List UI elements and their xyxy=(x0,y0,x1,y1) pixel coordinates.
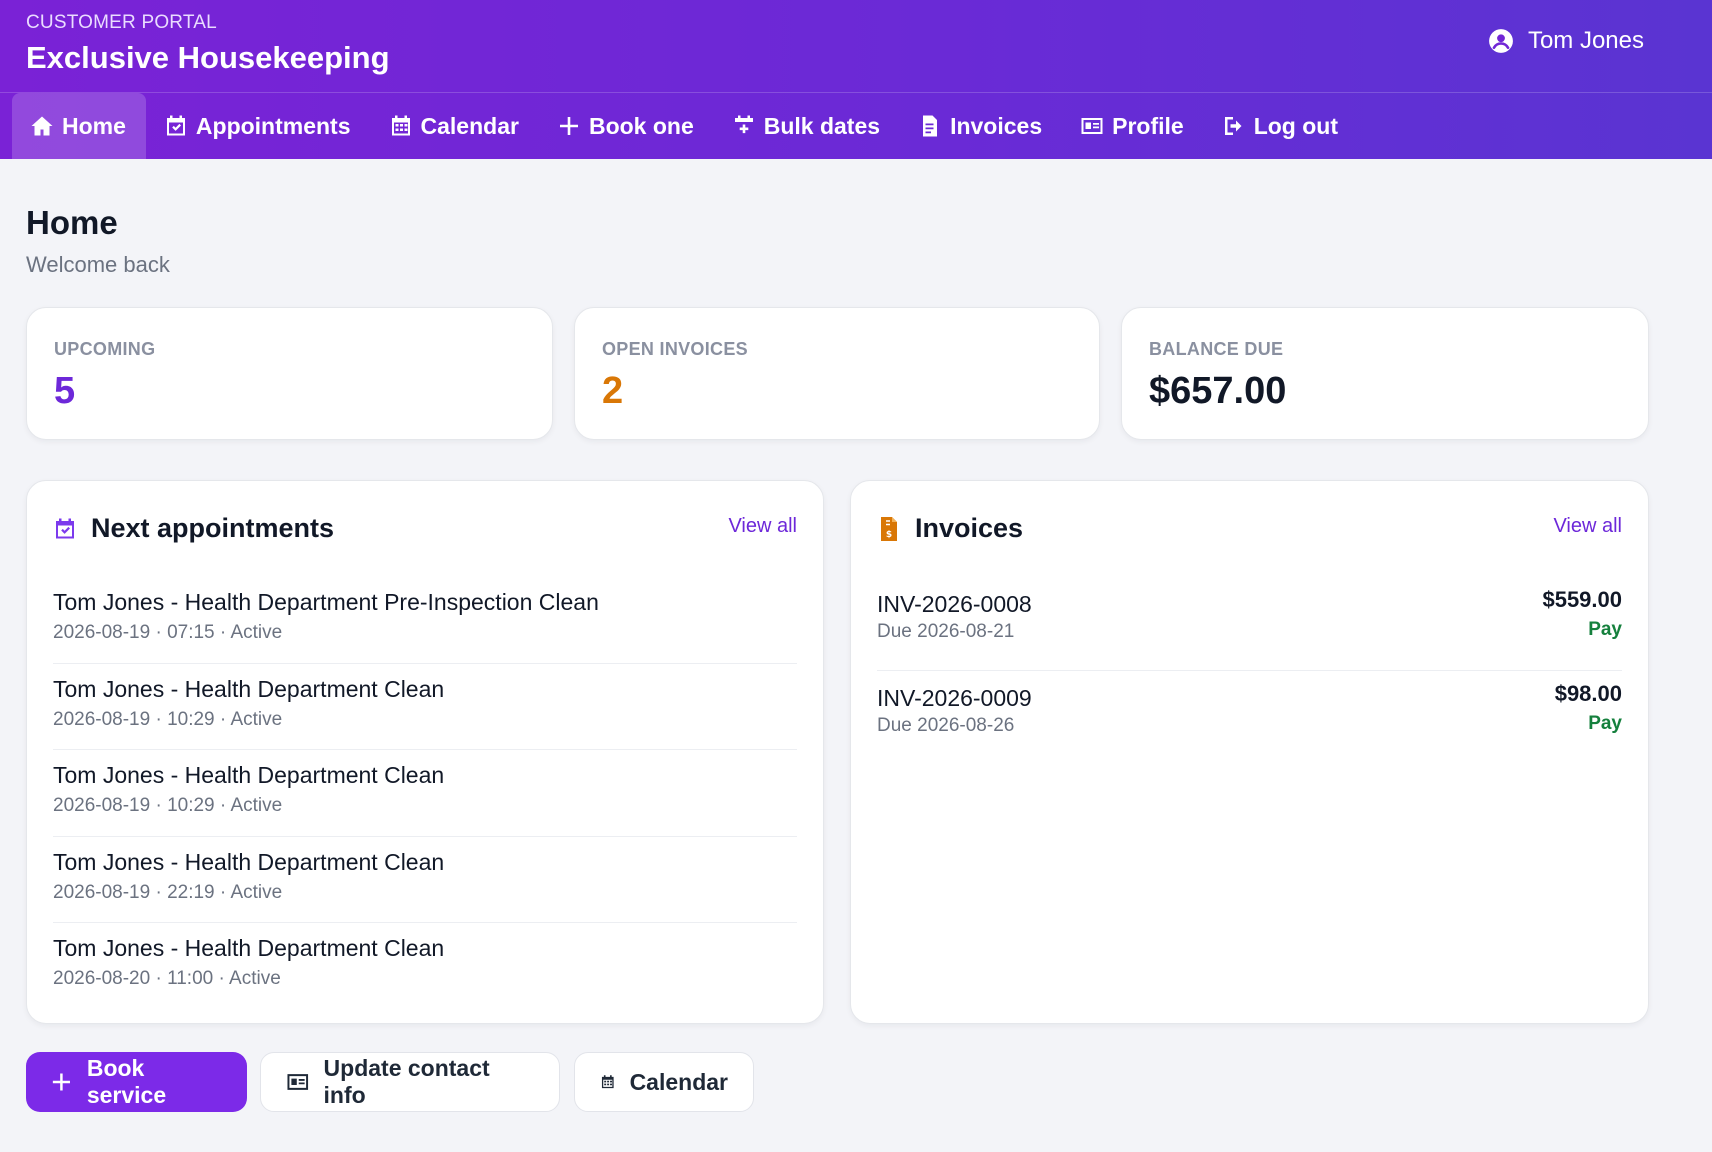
stat-value: $657.00 xyxy=(1149,370,1287,412)
nav-label: Profile xyxy=(1112,112,1184,139)
appointment-title: Tom Jones - Health Department Clean xyxy=(53,848,445,875)
brand: CUSTOMER PORTAL Exclusive Housekeeping xyxy=(26,12,390,76)
stat-label: BALANCE DUE xyxy=(1149,339,1284,359)
stat-label: UPCOMING xyxy=(54,339,156,359)
nav-label: Calendar xyxy=(420,112,519,139)
calendar-check-icon xyxy=(166,115,185,136)
nav-label: Appointments xyxy=(195,112,351,139)
invoice-list: INV-2026-0008 Due 2026-08-21 $559.00 Pay… xyxy=(877,577,1622,765)
pay-invoice-link[interactable]: Pay xyxy=(1588,619,1622,641)
stat-card-open-invoices: OPEN INVOICES 2 xyxy=(574,307,1100,440)
invoices-panel: $ Invoices View all INV-2026-0008 Due 20… xyxy=(850,480,1649,1024)
nav-appointments[interactable]: Appointments xyxy=(146,93,371,159)
main-nav: Home Appointments Calendar Book one Bulk… xyxy=(12,93,1358,159)
invoice-icon xyxy=(923,115,938,137)
appointment-meta: 2026-08-19 · 07:15 · Active xyxy=(53,622,283,643)
stat-card-balance-due: BALANCE DUE $657.00 xyxy=(1121,307,1649,440)
nav-label: Book one xyxy=(588,112,694,139)
panel-title: Next appointments xyxy=(91,513,335,543)
user-menu[interactable]: Tom Jones xyxy=(1488,27,1644,55)
next-appointments-panel: Next appointments View all Tom Jones - H… xyxy=(26,480,824,1024)
calendar-icon xyxy=(391,115,410,136)
nav-bulk-dates[interactable]: Bulk dates xyxy=(714,93,900,159)
invoice-due-date: Due 2026-08-21 xyxy=(877,621,1015,642)
panel-title: Invoices xyxy=(915,513,1024,543)
appointment-list: Tom Jones - Health Department Pre-Inspec… xyxy=(53,577,797,1010)
pay-invoice-link[interactable]: Pay xyxy=(1588,713,1622,735)
plus-icon xyxy=(559,117,578,135)
stat-value: 5 xyxy=(54,370,76,412)
page-subtitle: Welcome back xyxy=(26,252,170,277)
home-icon xyxy=(31,116,53,136)
invoice-amount: $559.00 xyxy=(1542,587,1622,612)
invoice-dollar-icon: $ xyxy=(881,516,897,541)
id-card-icon xyxy=(287,1074,309,1090)
nav-profile[interactable]: Profile xyxy=(1062,93,1204,159)
invoice-amount: $98.00 xyxy=(1554,681,1622,706)
user-name: Tom Jones xyxy=(1527,27,1644,54)
stat-value: 2 xyxy=(602,370,624,412)
calendar-check-icon xyxy=(56,518,74,538)
appointment-meta: 2026-08-19 · 22:19 · Active xyxy=(53,881,283,903)
user-circle-icon xyxy=(1489,29,1513,53)
nav-invoices[interactable]: Invoices xyxy=(900,93,1062,159)
nav-home[interactable]: Home xyxy=(12,93,146,159)
view-all-appointments-link[interactable]: View all xyxy=(728,515,797,538)
appointment-meta: 2026-08-19 · 10:29 · Active xyxy=(53,708,283,730)
logout-icon xyxy=(1224,117,1242,135)
stat-card-upcoming: UPCOMING 5 xyxy=(26,307,553,440)
appointment-meta: 2026-08-20 · 11:00 · Active xyxy=(53,968,281,989)
appointment-title: Tom Jones - Health Department Clean xyxy=(53,675,445,702)
svg-text:$: $ xyxy=(886,530,892,540)
plus-icon xyxy=(52,1073,70,1091)
company-name: Exclusive Housekeeping xyxy=(26,40,390,75)
appointment-item[interactable]: Tom Jones - Health Department Pre-Inspec… xyxy=(53,577,797,664)
button-label: Calendar xyxy=(629,1068,728,1095)
update-contact-info-button[interactable]: Update contact info xyxy=(260,1052,560,1112)
nav-label: Invoices xyxy=(950,112,1043,139)
appointment-item[interactable]: Tom Jones - Health Department Clean 2026… xyxy=(53,923,797,1010)
panel-header: Next appointments xyxy=(53,513,334,544)
nav-label: Home xyxy=(62,112,126,139)
appointment-item[interactable]: Tom Jones - Health Department Clean 2026… xyxy=(53,837,797,923)
portal-label: CUSTOMER PORTAL xyxy=(26,12,217,33)
appointment-title: Tom Jones - Health Department Clean xyxy=(53,935,445,961)
nav-calendar[interactable]: Calendar xyxy=(371,93,539,159)
appointment-title: Tom Jones - Health Department Pre-Inspec… xyxy=(53,589,599,615)
invoice-due-date: Due 2026-08-26 xyxy=(877,715,1015,736)
appointment-title: Tom Jones - Health Department Clean xyxy=(53,762,445,788)
id-card-icon xyxy=(1081,118,1103,134)
invoice-number: INV-2026-0009 xyxy=(877,685,1032,711)
calendar-plus-icon xyxy=(734,115,753,136)
calendar-button[interactable]: Calendar xyxy=(574,1052,754,1112)
panel-header: $ Invoices xyxy=(877,513,1023,544)
nav-label: Bulk dates xyxy=(763,112,881,139)
nav-logout[interactable]: Log out xyxy=(1204,93,1358,159)
view-all-invoices-link[interactable]: View all xyxy=(1553,515,1622,538)
invoice-item[interactable]: INV-2026-0009 Due 2026-08-26 $98.00 Pay xyxy=(877,671,1622,765)
button-label: Book service xyxy=(86,1055,167,1108)
appointment-item[interactable]: Tom Jones - Health Department Clean 2026… xyxy=(53,750,797,837)
invoice-item[interactable]: INV-2026-0008 Due 2026-08-21 $559.00 Pay xyxy=(877,577,1622,671)
button-label: Update contact info xyxy=(323,1055,490,1108)
book-service-button[interactable]: Book service xyxy=(26,1052,247,1112)
appointment-item[interactable]: Tom Jones - Health Department Clean 2026… xyxy=(53,664,797,750)
calendar-icon xyxy=(601,1075,614,1089)
app-header: CUSTOMER PORTAL Exclusive Housekeeping T… xyxy=(0,0,1712,159)
invoice-number: INV-2026-0008 xyxy=(877,591,1032,617)
nav-book-one[interactable]: Book one xyxy=(539,93,714,159)
appointment-meta: 2026-08-19 · 10:29 · Active xyxy=(53,795,283,816)
stat-label: OPEN INVOICES xyxy=(602,339,748,359)
page-title: Home xyxy=(26,204,118,241)
nav-label: Log out xyxy=(1253,112,1338,139)
